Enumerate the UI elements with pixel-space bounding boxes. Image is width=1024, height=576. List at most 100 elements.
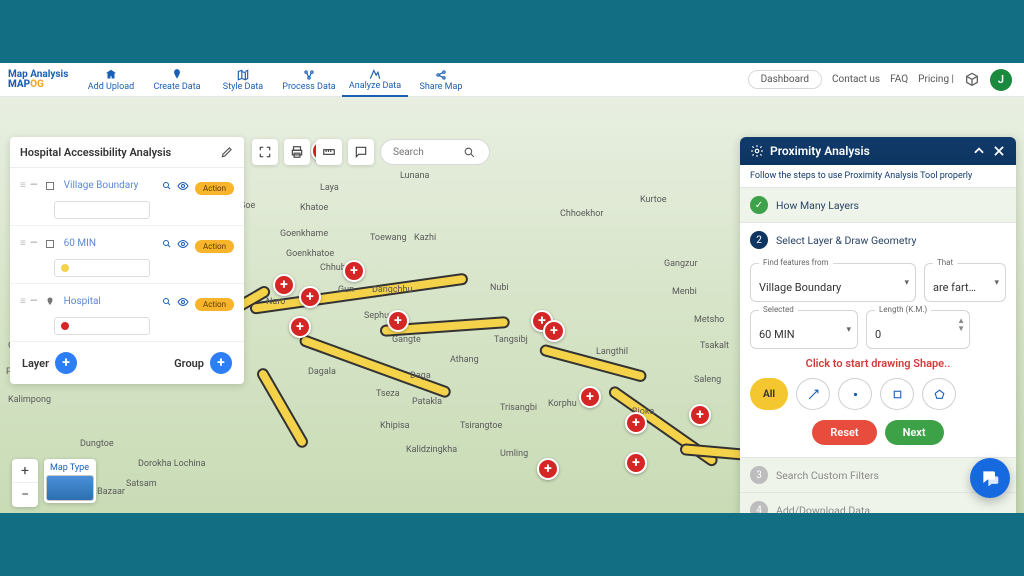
hospital-marker[interactable]: + xyxy=(543,320,565,342)
layer-name[interactable]: Village Boundary xyxy=(64,180,155,191)
place-label: Dorokha Lochina xyxy=(138,459,205,469)
add-layer-button[interactable]: + xyxy=(55,352,77,374)
shape-wand-button[interactable] xyxy=(796,378,830,410)
drag-handle[interactable]: ≡ xyxy=(20,238,24,249)
place-label: Lunana xyxy=(400,171,429,181)
place-label: Tseza xyxy=(376,389,400,399)
faq-link[interactable]: FAQ xyxy=(890,74,908,85)
zoom-to-icon[interactable] xyxy=(161,180,173,192)
layer-swatch[interactable] xyxy=(54,259,150,277)
place-label: Umling xyxy=(500,449,528,459)
layers-panel-header: Hospital Accessibility Analysis xyxy=(10,137,244,168)
place-label: Tangsibj xyxy=(494,335,528,345)
chat-fab[interactable] xyxy=(970,458,1010,498)
nav-process-data[interactable]: Process Data xyxy=(276,63,342,97)
nav-create-data[interactable]: Create Data xyxy=(144,63,210,97)
zoom-to-icon[interactable] xyxy=(161,238,173,250)
map-search[interactable] xyxy=(380,139,490,165)
shape-rect-button[interactable] xyxy=(880,378,914,410)
nav-share-map[interactable]: Share Map xyxy=(408,63,474,97)
collapse-icon[interactable]: — xyxy=(30,238,38,249)
place-label: Langthil xyxy=(596,347,628,357)
drag-handle[interactable]: ≡ xyxy=(20,180,24,191)
map-canvas[interactable]: LunanaKurtoeChhoekhorGoenkhameToewangKaz… xyxy=(0,97,1024,513)
user-avatar[interactable]: J xyxy=(990,69,1012,91)
map-type-switcher[interactable]: Map Type xyxy=(44,459,96,503)
reset-button[interactable]: Reset xyxy=(812,420,876,445)
shape-all-button[interactable]: All xyxy=(750,378,788,410)
zoom-in-button[interactable]: + xyxy=(12,459,38,483)
close-icon[interactable] xyxy=(992,144,1006,158)
nav-analyze-data[interactable]: Analyze Data xyxy=(342,63,408,97)
eye-icon[interactable] xyxy=(177,180,189,192)
layer-name[interactable]: 60 MIN xyxy=(64,238,155,249)
hospital-marker[interactable]: + xyxy=(537,458,559,480)
print-button[interactable] xyxy=(284,139,310,165)
collapse-icon[interactable]: — xyxy=(30,180,38,191)
edit-icon[interactable] xyxy=(220,145,234,159)
that-select[interactable]: That are fart… ▾ xyxy=(924,263,1006,302)
layer-swatch[interactable] xyxy=(54,201,150,219)
collapse-icon[interactable]: — xyxy=(30,296,38,307)
find-features-select[interactable]: Find features from Village Boundary ▾ xyxy=(750,263,916,302)
hospital-marker[interactable]: + xyxy=(273,274,295,296)
layer-action-button[interactable]: Action xyxy=(195,298,234,311)
apps-icon[interactable] xyxy=(964,72,980,88)
hospital-marker[interactable]: + xyxy=(387,310,409,332)
collapse-icon[interactable] xyxy=(972,144,986,158)
layers-panel-footer: Layer + Group + xyxy=(10,342,244,384)
step-2[interactable]: 2 Select Layer & Draw Geometry xyxy=(740,222,1016,257)
proximity-body: Find features from Village Boundary ▾ Th… xyxy=(740,257,1016,457)
selected-select[interactable]: Selected 60 MIN ▾ xyxy=(750,310,858,349)
hospital-marker[interactable]: + xyxy=(343,260,365,282)
eye-icon[interactable] xyxy=(177,238,189,250)
dashboard-link[interactable]: Dashboard xyxy=(748,70,822,89)
layer-row: ≡ — Village Boundary Action xyxy=(10,168,244,226)
hospital-marker[interactable]: + xyxy=(625,452,647,474)
brand-logo[interactable]: Map Analysis MAPOG xyxy=(6,70,76,90)
hospital-marker[interactable]: + xyxy=(579,386,601,408)
layer-swatch[interactable] xyxy=(54,317,150,335)
main-nav: Add UploadCreate DataStyle DataProcess D… xyxy=(78,63,474,97)
length-input[interactable]: Length (K.M.) 0 ▲▼ xyxy=(866,310,970,349)
comment-button[interactable] xyxy=(348,139,374,165)
shape-tools: All xyxy=(750,378,1006,410)
drag-handle[interactable]: ≡ xyxy=(20,296,24,307)
place-label: Laya xyxy=(320,183,339,193)
zoom-out-button[interactable]: − xyxy=(12,483,38,507)
hospital-marker[interactable]: + xyxy=(289,316,311,338)
nav-add-upload[interactable]: Add Upload xyxy=(78,63,144,97)
proximity-header: Proximity Analysis xyxy=(740,137,1016,165)
shape-point-button[interactable] xyxy=(838,378,872,410)
contact-link[interactable]: Contact us xyxy=(832,74,880,85)
layer-action-button[interactable]: Action xyxy=(195,182,234,195)
hospital-marker[interactable]: + xyxy=(689,404,711,426)
step-1[interactable]: ✓ How Many Layers xyxy=(740,187,1016,222)
stepper-icon[interactable]: ▲▼ xyxy=(957,317,965,333)
place-label: Khipisa xyxy=(380,421,410,431)
pricing-link[interactable]: Pricing | xyxy=(918,74,954,85)
chevron-down-icon: ▾ xyxy=(846,325,851,335)
place-label: Satsam xyxy=(126,479,157,489)
hospital-marker[interactable]: + xyxy=(299,286,321,308)
eye-icon[interactable] xyxy=(177,296,189,308)
nav-style-data[interactable]: Style Data xyxy=(210,63,276,97)
place-label: Korphu xyxy=(548,399,577,409)
ruler-button[interactable] xyxy=(316,139,342,165)
next-button[interactable]: Next xyxy=(885,420,944,445)
place-label: Trisangbi xyxy=(500,403,537,413)
proximity-title: Proximity Analysis xyxy=(770,144,966,158)
search-input[interactable] xyxy=(393,147,463,158)
place-label: Sephu xyxy=(364,311,389,321)
place-label: Gangte xyxy=(392,335,421,345)
zoom-to-icon[interactable] xyxy=(161,296,173,308)
layer-name[interactable]: Hospital xyxy=(64,296,155,307)
step-4[interactable]: 4 Add/Download Data xyxy=(740,492,1016,513)
place-label: Goenkhatoe xyxy=(286,249,334,259)
hospital-marker[interactable]: + xyxy=(625,412,647,434)
fullscreen-button[interactable] xyxy=(252,139,278,165)
shape-polygon-button[interactable] xyxy=(922,378,956,410)
layer-action-button[interactable]: Action xyxy=(195,240,234,253)
add-group-button[interactable]: + xyxy=(210,352,232,374)
app-window: Map Analysis MAPOG Add UploadCreate Data… xyxy=(0,63,1024,513)
